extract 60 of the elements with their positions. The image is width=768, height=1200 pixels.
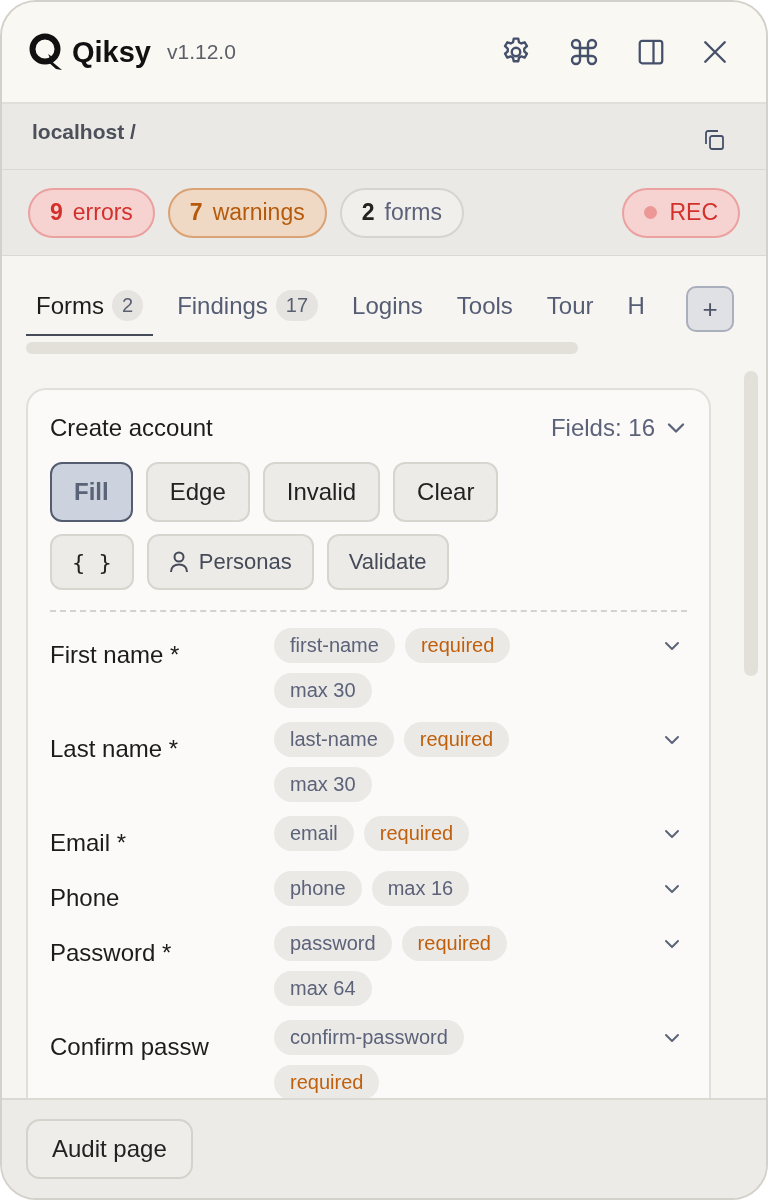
field-id-tag: first-name [274, 628, 395, 663]
command-icon[interactable] [568, 36, 600, 68]
action-button[interactable]: Invalid [262, 462, 381, 522]
required-tag: required [363, 816, 470, 851]
chevron-down-icon[interactable] [663, 734, 681, 746]
brand-name: Qiksy [72, 35, 151, 69]
chevron-down-icon[interactable] [663, 938, 681, 950]
version-label: v1.12.0 [167, 40, 236, 64]
field-label: Phone [50, 883, 121, 912]
required-tag: required [404, 628, 511, 663]
count-badge: 2 [112, 290, 144, 321]
errors-badge[interactable]: 9 errors [28, 187, 155, 238]
length-tag: max 30 [274, 767, 372, 802]
field-id-tag: phone [274, 871, 362, 906]
page-path: localhost / [32, 120, 136, 144]
length-tag: max 64 [274, 971, 372, 1006]
tab[interactable]: Logins [342, 286, 433, 336]
sidebar-icon[interactable] [636, 37, 666, 67]
close-icon[interactable] [702, 39, 728, 65]
person-icon [168, 551, 189, 573]
tab[interactable]: Forms 2 [26, 286, 154, 336]
copy-icon[interactable] [702, 128, 726, 152]
chevron-down-icon[interactable] [665, 421, 687, 435]
audit-page-button[interactable]: Audit page [26, 1119, 193, 1179]
field-label: Password * [50, 938, 173, 967]
action-button[interactable]: Edge [145, 462, 250, 522]
chevron-down-icon[interactable] [663, 640, 681, 652]
length-tag: max 30 [274, 673, 372, 708]
required-tag: required [403, 722, 510, 757]
personas-button[interactable]: Personas [146, 534, 314, 590]
field-label: Email * [50, 828, 128, 857]
form-title: Create account [50, 414, 213, 442]
validate-button[interactable]: Validate [326, 534, 449, 590]
field-label: Last name * [50, 734, 180, 763]
tab[interactable]: Tour [536, 286, 604, 336]
record-button[interactable]: REC [622, 187, 740, 238]
required-tag: required [401, 926, 507, 961]
tab[interactable]: Findings 17 [167, 286, 329, 336]
field-label: First name * [50, 640, 181, 669]
field-id-tag: last-name [274, 722, 394, 757]
action-button[interactable]: Fill [50, 462, 133, 522]
json-button[interactable]: { } [50, 534, 134, 590]
warnings-badge[interactable]: 7 warnings [167, 187, 327, 238]
length-tag: max 16 [371, 871, 470, 906]
chevron-down-icon[interactable] [663, 1032, 681, 1044]
field-count: Fields: 16 [550, 414, 655, 442]
field-id-tag: confirm-password [274, 1020, 464, 1055]
count-badge: 17 [275, 290, 319, 321]
field-id-tag: email [274, 816, 354, 851]
tab[interactable]: Tools [446, 286, 523, 336]
logo-icon [28, 32, 64, 72]
add-tab-button[interactable]: + [686, 286, 734, 332]
action-button[interactable]: Clear [393, 462, 499, 522]
tab[interactable]: H [617, 286, 655, 336]
chevron-down-icon[interactable] [663, 828, 681, 840]
forms-badge[interactable]: 2 forms [339, 187, 464, 238]
field-id-tag: password [274, 926, 392, 961]
field-label: Confirm passw [50, 1032, 210, 1061]
chevron-down-icon[interactable] [663, 883, 681, 895]
required-tag: required [274, 1065, 380, 1098]
